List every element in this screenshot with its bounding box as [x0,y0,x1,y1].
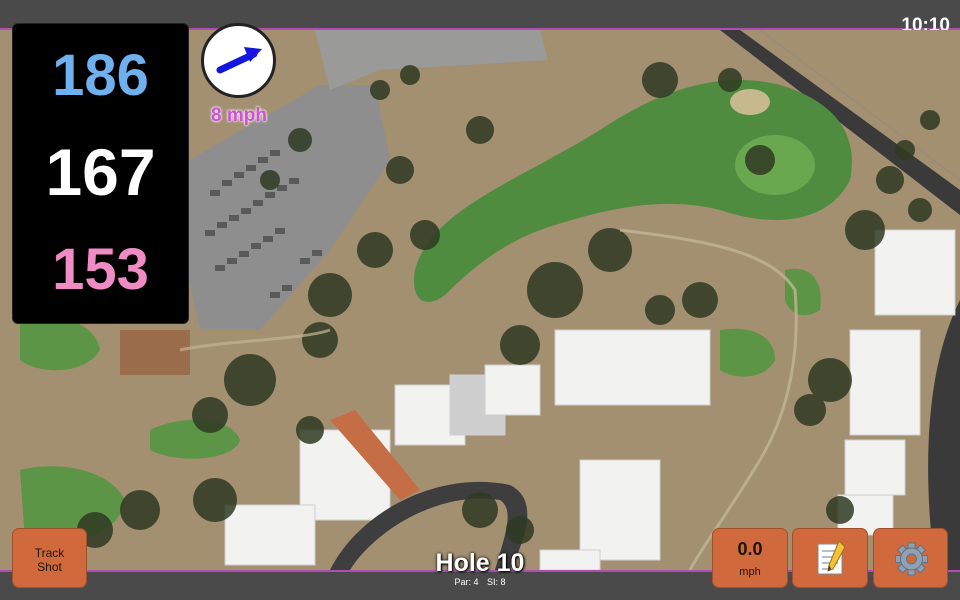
arrow-northeast-icon [216,47,262,74]
front-yardage: 153 [52,237,149,302]
wind-speed: 8 mph [211,105,267,126]
speed-unit: mph [739,566,761,578]
track-shot-button[interactable]: Track Shot [12,528,87,588]
speed-button[interactable]: 0.0 mph [712,528,788,588]
hole-par: Par: 4 [454,577,479,587]
gear-icon [895,542,928,576]
speed-value: 0.0 [737,539,763,559]
track-shot-label: Track Shot [34,546,65,574]
settings-button[interactable] [873,528,948,588]
yardage-panel: 186 167 153 [12,23,189,324]
memo-icon [817,540,846,575]
hole-title: Hole 10 [435,549,525,577]
hole-details: Par: 4 SI: 8 [380,577,580,587]
back-yardage: 186 [52,43,149,108]
middle-yardage: 167 [45,135,156,209]
wind-indicator [201,23,276,98]
hole-stroke-index: SI: 8 [487,577,506,587]
notes-button[interactable] [792,528,868,588]
